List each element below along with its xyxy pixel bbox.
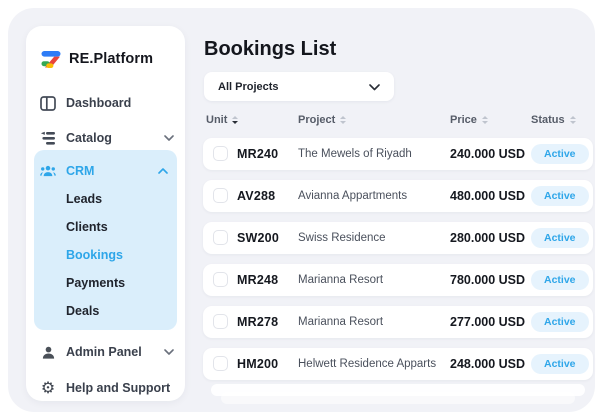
sidebar-item-clients[interactable]: Clients	[66, 213, 171, 241]
column-header-unit[interactable]: Unit	[206, 114, 239, 126]
column-label: Unit	[206, 114, 228, 126]
table-row[interactable]: MR278 Marianna Resort 277.000 USD Active	[203, 306, 593, 338]
price-cell: 280.000 USD	[450, 231, 526, 245]
sidebar-subitem-label: Deals	[66, 304, 100, 318]
chevron-up-icon	[155, 168, 171, 174]
gear-icon: ⚙	[40, 378, 56, 397]
sidebar-item-dashboard[interactable]: Dashboard	[40, 89, 177, 117]
unit-cell: AV288	[237, 189, 276, 203]
sidebar-item-bookings[interactable]: Bookings	[66, 241, 171, 269]
chevron-down-icon	[369, 78, 380, 96]
table-header: Unit Project Price Status	[203, 114, 593, 130]
replatform-logo-icon	[40, 48, 62, 70]
column-header-status[interactable]: Status	[531, 114, 576, 126]
project-cell: Avianna Appartments	[298, 190, 408, 202]
sidebar-item-deals[interactable]: Deals	[66, 297, 171, 325]
sidebar-item-label: Admin Panel	[66, 345, 142, 359]
column-header-price[interactable]: Price	[450, 114, 488, 126]
sort-icon	[569, 116, 576, 124]
sidebar-item-catalog[interactable]: Catalog	[40, 124, 177, 152]
column-label: Status	[531, 114, 565, 126]
table-row[interactable]: SW200 Swiss Residence 280.000 USD Active	[203, 222, 593, 254]
screen: RE.Platform Dashboard Catalog CRM Leads …	[0, 0, 600, 420]
status-badge: Active	[531, 144, 589, 164]
project-cell: Helwett Residence Apparts	[298, 358, 437, 370]
status-badge: Active	[531, 186, 589, 206]
price-cell: 248.000 USD	[450, 357, 526, 371]
dashboard-icon	[40, 95, 56, 111]
row-checkbox[interactable]	[213, 188, 228, 203]
row-checkbox[interactable]	[213, 356, 228, 371]
sidebar-subitem-label: Payments	[66, 276, 126, 290]
unit-cell: HM200	[237, 357, 279, 371]
sidebar-subitem-label: Clients	[66, 220, 108, 234]
column-label: Price	[450, 114, 477, 126]
catalog-icon	[40, 131, 56, 146]
sidebar-item-label: Help and Support	[66, 381, 171, 395]
sidebar-item-help-support[interactable]: ⚙ Help and Support	[40, 374, 177, 402]
user-icon	[40, 345, 56, 360]
sort-icon	[481, 116, 488, 124]
sidebar: RE.Platform Dashboard Catalog CRM Leads …	[26, 26, 185, 401]
sidebar-item-label: CRM	[66, 164, 95, 178]
project-filter-dropdown[interactable]: All Projects	[204, 72, 394, 101]
crm-section: CRM Leads Clients Bookings Payments Deal…	[34, 150, 177, 330]
project-filter-value: All Projects	[218, 80, 279, 93]
price-cell: 780.000 USD	[450, 273, 526, 287]
status-badge: Active	[531, 354, 589, 374]
table-row[interactable]: MR248 Marianna Resort 780.000 USD Active	[203, 264, 593, 296]
sidebar-item-payments[interactable]: Payments	[66, 269, 171, 297]
unit-cell: SW200	[237, 231, 279, 245]
row-checkbox[interactable]	[213, 146, 228, 161]
row-checkbox[interactable]	[213, 272, 228, 287]
column-label: Project	[298, 114, 336, 126]
column-header-project[interactable]: Project	[298, 114, 347, 126]
sidebar-item-crm[interactable]: CRM	[40, 157, 171, 185]
unit-cell: MR240	[237, 147, 279, 161]
sidebar-subitem-label: Bookings	[66, 248, 123, 262]
table-row[interactable]: MR240 The Mewels of Riyadh 240.000 USD A…	[203, 138, 593, 170]
app-container: RE.Platform Dashboard Catalog CRM Leads …	[8, 8, 595, 412]
price-cell: 480.000 USD	[450, 189, 526, 203]
chevron-down-icon	[161, 135, 177, 141]
status-badge: Active	[531, 270, 589, 290]
app-logo: RE.Platform	[40, 48, 153, 70]
stacked-card-decoration	[211, 384, 585, 396]
crm-users-icon	[40, 164, 56, 178]
sort-icon	[340, 116, 347, 124]
project-cell: The Mewels of Riyadh	[298, 148, 412, 160]
table-row[interactable]: AV288 Avianna Appartments 480.000 USD Ac…	[203, 180, 593, 212]
row-checkbox[interactable]	[213, 314, 228, 329]
sidebar-subitem-label: Leads	[66, 192, 103, 206]
price-cell: 277.000 USD	[450, 315, 526, 329]
sidebar-item-label: Dashboard	[66, 96, 132, 110]
page-title: Bookings List	[204, 38, 337, 60]
chevron-down-icon	[161, 349, 177, 355]
sidebar-item-leads[interactable]: Leads	[66, 185, 171, 213]
unit-cell: MR278	[237, 315, 279, 329]
sidebar-item-admin-panel[interactable]: Admin Panel	[40, 338, 177, 366]
table-row[interactable]: HM200 Helwett Residence Apparts 248.000 …	[203, 348, 593, 380]
project-cell: Marianna Resort	[298, 274, 384, 286]
row-checkbox[interactable]	[213, 230, 228, 245]
project-cell: Marianna Resort	[298, 316, 384, 328]
status-badge: Active	[531, 228, 589, 248]
project-cell: Swiss Residence	[298, 232, 386, 244]
price-cell: 240.000 USD	[450, 147, 526, 161]
sidebar-item-label: Catalog	[66, 131, 112, 145]
unit-cell: MR248	[237, 273, 279, 287]
status-badge: Active	[531, 312, 589, 332]
sort-icon	[232, 116, 239, 124]
app-name: RE.Platform	[69, 51, 154, 67]
